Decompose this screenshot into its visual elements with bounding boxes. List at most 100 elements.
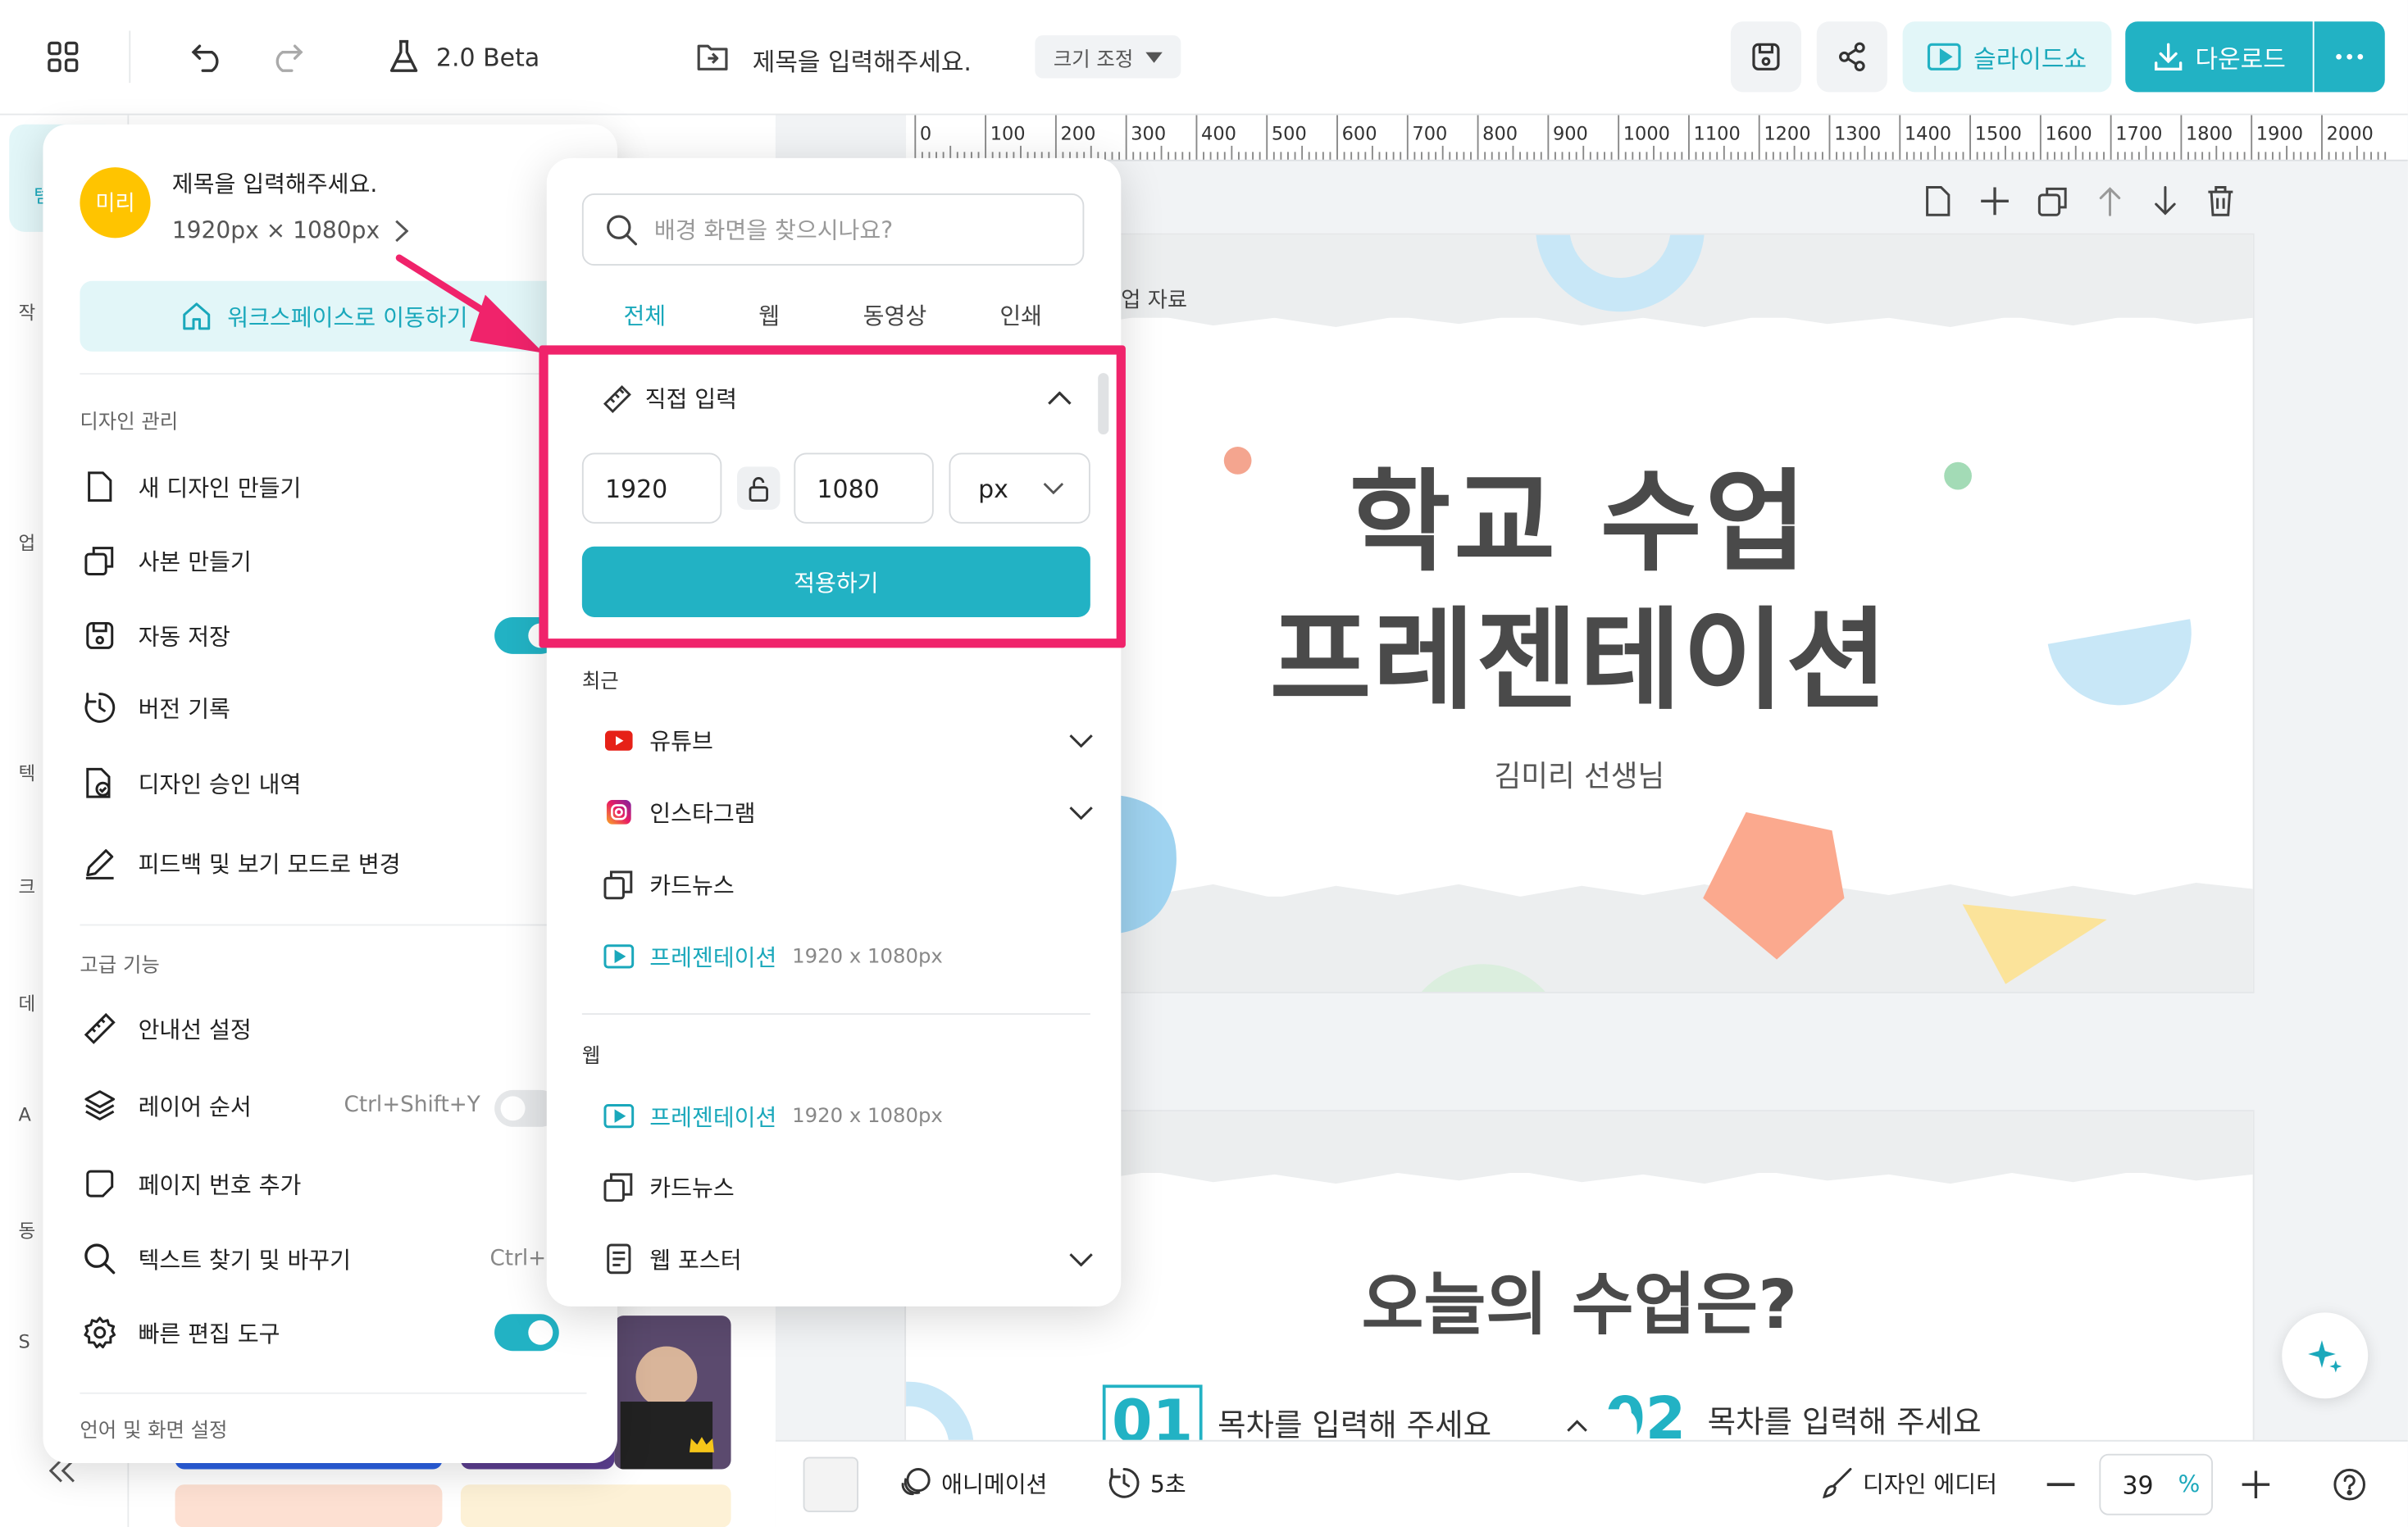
page-list-toggle[interactable] <box>1517 1409 1637 1443</box>
bottom-toolbar: 애니메이션 5초 디자인 에디터 39 % <box>775 1439 2408 1527</box>
rail-item-label[interactable]: 데 <box>18 990 35 1016</box>
item-label: 유튜브 <box>649 726 713 755</box>
animation-button[interactable]: 애니메이션 <box>899 1466 1047 1500</box>
decor-ring-blue <box>906 1381 974 1440</box>
help-icon[interactable] <box>2333 1468 2366 1502</box>
ai-assistant-button[interactable] <box>2282 1312 2369 1399</box>
popup-divider <box>581 1013 1090 1016</box>
template-thumbnail[interactable] <box>614 1316 731 1470</box>
layer-order-shortcut: Ctrl+Shift+Y <box>344 1093 480 1118</box>
chevron-down-icon <box>1069 734 1093 748</box>
move-down-icon[interactable] <box>2150 184 2180 218</box>
copy-icon <box>84 547 114 576</box>
pen-icon <box>85 849 114 879</box>
menu-label: 사본 만들기 <box>138 547 252 575</box>
delete-page-icon[interactable] <box>2205 184 2236 218</box>
tab-video[interactable]: 동영상 <box>863 299 927 331</box>
rail-item-label[interactable]: 텍 <box>18 760 35 786</box>
resize-dropdown[interactable]: 크기 조정 <box>1035 35 1181 79</box>
ruler-label: 1600 <box>2045 122 2092 145</box>
slide-tools <box>1923 184 2236 218</box>
tab-web[interactable]: 웹 <box>758 299 780 331</box>
rail-item-label[interactable]: 업 <box>18 529 35 556</box>
ruler-label: 1800 <box>2186 122 2233 145</box>
menu-label: 자동 저장 <box>138 622 230 651</box>
more-options-button[interactable] <box>2314 21 2385 93</box>
menu-version-history[interactable]: 버전 기록 <box>80 677 586 739</box>
zoom-input[interactable]: 39 % <box>2099 1453 2213 1516</box>
web-presentation[interactable]: 프레젠테이션 1920 x 1080px <box>602 1088 1093 1143</box>
ruler-label: 1400 <box>1904 122 1952 145</box>
add-page-icon[interactable] <box>1978 184 2011 218</box>
download-label: 다운로드 <box>2195 44 2286 74</box>
menu-section-advanced: 고급 기능 <box>80 955 160 979</box>
crown-icon <box>689 1437 714 1452</box>
new-page-icon[interactable] <box>1923 184 1953 218</box>
menu-feedback-mode[interactable]: 피드백 및 보기 모드로 변경 <box>80 832 587 893</box>
decor-pentagon <box>1703 811 1845 960</box>
move-to-folder-icon[interactable] <box>694 39 731 75</box>
tab-all[interactable]: 전체 <box>623 299 666 331</box>
ruler-label: 1700 <box>2115 122 2163 145</box>
tab-print[interactable]: 인쇄 <box>999 299 1042 331</box>
menu-doc-size[interactable]: 1920px × 1080px <box>172 216 409 244</box>
ruler-label: 1100 <box>1693 122 1741 145</box>
menu-duplicate[interactable]: 사본 만들기 <box>80 529 586 591</box>
zoom-out-icon[interactable] <box>2046 1483 2075 1487</box>
layers-icon <box>84 1090 116 1120</box>
highlight-annotation-box <box>539 345 1126 648</box>
rail-item-label[interactable]: 작 <box>18 299 35 325</box>
rail-item-label[interactable]: 크 <box>18 874 35 900</box>
rail-item-label[interactable]: 동 <box>18 1217 35 1243</box>
ruler-label: 900 <box>1552 122 1588 145</box>
recent-presentation[interactable]: 프레젠테이션 1920 x 1080px <box>602 929 1093 984</box>
duration-button[interactable]: 5초 <box>1107 1466 1186 1500</box>
web-poster[interactable]: 웹 포스터 <box>602 1231 1093 1286</box>
share-button[interactable] <box>1816 21 1887 93</box>
save-button[interactable] <box>1730 21 1802 93</box>
design-editor-button[interactable]: 디자인 에디터 <box>1820 1466 1997 1500</box>
size-search-input[interactable]: 배경 화면을 찾으시나요? <box>581 193 1085 266</box>
background-color-swatch[interactable] <box>803 1457 859 1512</box>
item-label: 카드뉴스 <box>649 1173 735 1202</box>
web-card-news[interactable]: 카드뉴스 <box>602 1159 1093 1214</box>
quick-edit-toggle[interactable] <box>494 1314 559 1352</box>
menu-guides[interactable]: 안내선 설정 <box>80 998 587 1059</box>
save-icon <box>86 621 114 649</box>
zoom-in-icon[interactable] <box>2242 1470 2270 1499</box>
slideshow-button[interactable]: 슬라이드쇼 <box>1902 21 2112 93</box>
zoom-unit: % <box>2178 1470 2201 1499</box>
menu-page-numbers[interactable]: 페이지 번호 추가 <box>80 1153 587 1215</box>
recent-youtube[interactable]: 유튜브 <box>602 712 1093 767</box>
design-editor-label: 디자인 에디터 <box>1862 1470 1997 1498</box>
caret-down-icon <box>1145 51 1163 62</box>
card-news-icon <box>603 870 633 900</box>
undo-icon[interactable] <box>190 40 227 74</box>
menu-divider <box>80 373 587 375</box>
ruler-label: 800 <box>1482 122 1518 145</box>
item-label: 인스타그램 <box>649 798 756 827</box>
agenda-item-2[interactable]: 02 목차를 입력해 주세요 <box>1605 1384 1981 1439</box>
template-thumbnail[interactable] <box>460 1484 731 1527</box>
rail-item-label[interactable]: A <box>18 1104 30 1125</box>
menu-new-design[interactable]: 새 디자인 만들기 <box>80 456 587 517</box>
ruler-label: 300 <box>1131 122 1167 145</box>
redo-icon[interactable] <box>267 40 304 74</box>
play-screen-icon <box>1928 43 1961 70</box>
apps-grid-icon[interactable] <box>46 40 80 74</box>
move-up-icon[interactable] <box>2095 184 2125 218</box>
duplicate-page-icon[interactable] <box>2037 184 2070 218</box>
template-thumbnail[interactable] <box>175 1484 443 1527</box>
recent-card-news[interactable]: 카드뉴스 <box>602 857 1093 911</box>
brush-icon <box>1823 1467 1852 1499</box>
document-title[interactable]: 제목을 입력해주세요. <box>753 42 972 79</box>
rail-item-label[interactable]: S <box>18 1331 30 1352</box>
recent-instagram[interactable]: 인스타그램 <box>602 784 1093 839</box>
menu-approval-history[interactable]: 디자인 승인 내역 <box>80 752 587 814</box>
beta-version-badge[interactable]: 2.0 Beta <box>387 39 539 75</box>
menu-doc-title[interactable]: 제목을 입력해주세요. <box>172 167 378 199</box>
toolbar-divider <box>129 30 131 84</box>
agenda-item-1[interactable]: 01 목차를 입력해 주세요 <box>1102 1384 1491 1440</box>
download-button[interactable]: 다운로드 <box>2125 21 2313 93</box>
animation-icon <box>901 1467 931 1496</box>
